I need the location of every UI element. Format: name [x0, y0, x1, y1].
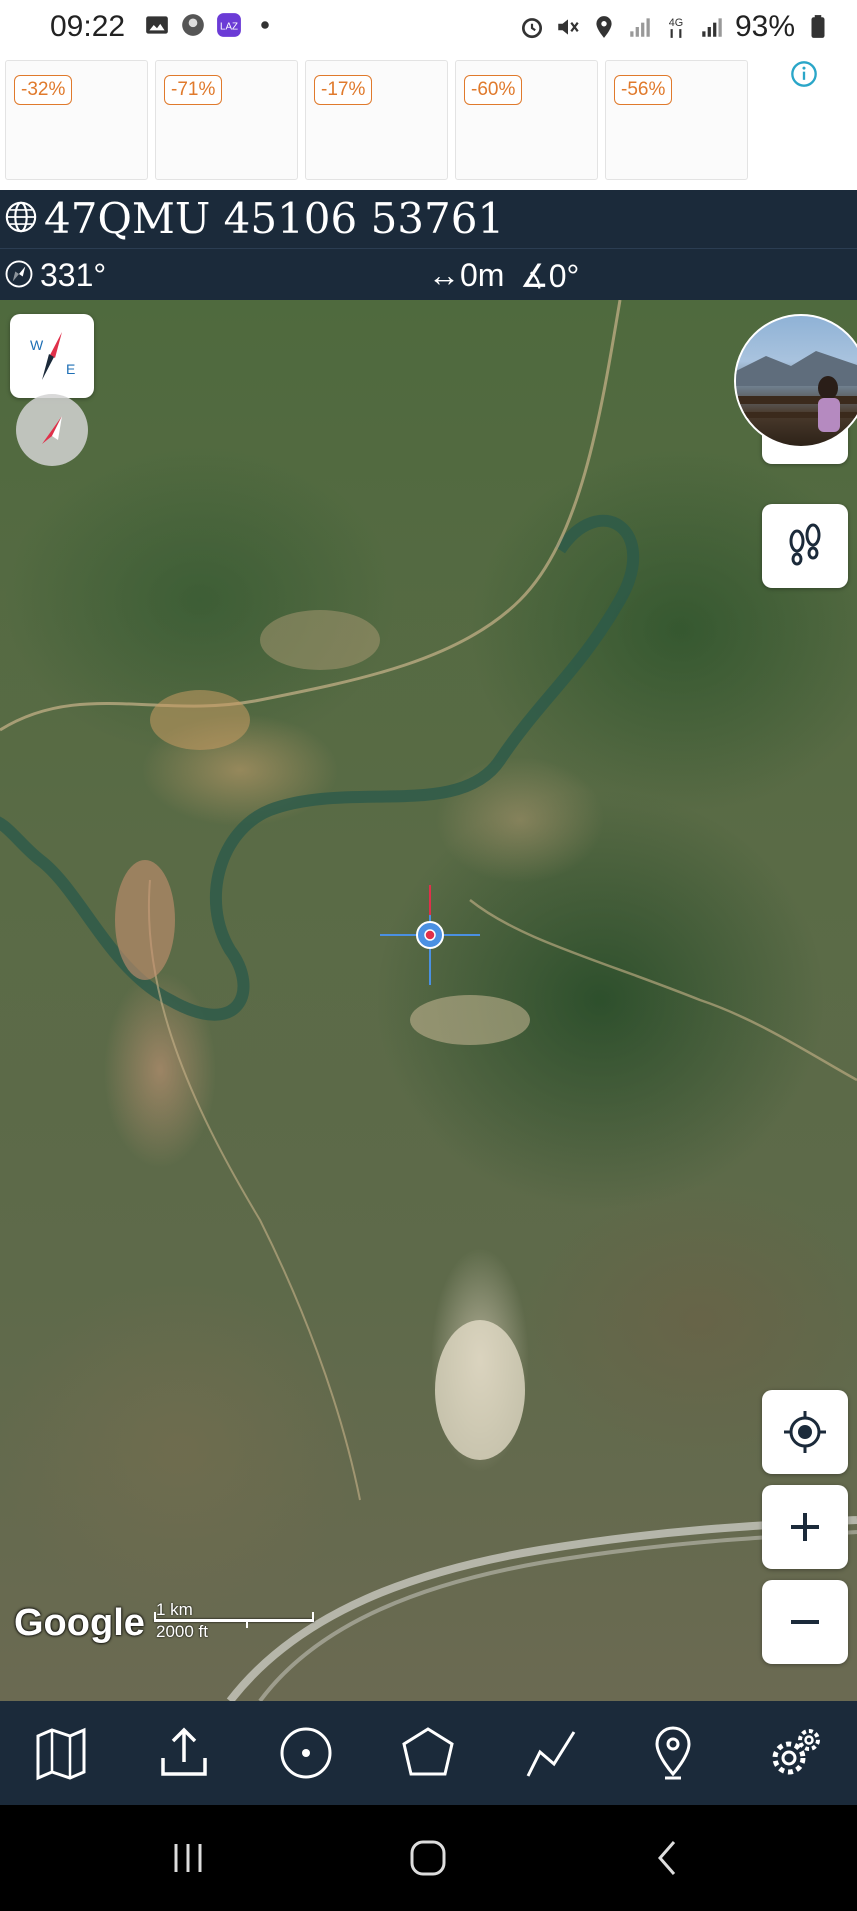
- grid-reference[interactable]: 47QMU 45106 53761: [44, 194, 504, 243]
- settings-icon: [772, 1729, 820, 1775]
- ad-card[interactable]: -32%: [5, 60, 148, 180]
- footprints-button[interactable]: [762, 504, 848, 588]
- map-terrain: [0, 300, 857, 1701]
- globe-icon: [5, 201, 37, 233]
- discount-badge: -71%: [164, 75, 223, 105]
- zoom-out-button[interactable]: [762, 1580, 848, 1664]
- compass-heading-icon: [5, 260, 33, 288]
- north-arrow-button[interactable]: [16, 394, 88, 466]
- signal-icon: [702, 18, 722, 37]
- lazada-icon: LAZ: [217, 13, 241, 37]
- heading-value: 331°: [40, 257, 107, 293]
- compass-icon: W E: [30, 332, 75, 380]
- polygon-icon: [402, 1727, 455, 1776]
- angle-value: ∡0°: [520, 258, 580, 294]
- share-button[interactable]: [149, 1718, 219, 1788]
- home-button[interactable]: [398, 1835, 458, 1881]
- system-nav-bar: [0, 1805, 857, 1911]
- status-bar: 09:22 LAZ 4G 93%: [0, 0, 857, 56]
- discount-badge: -56%: [614, 75, 673, 105]
- point-button[interactable]: [271, 1718, 341, 1788]
- discount-badge: -17%: [314, 75, 373, 105]
- alarm-icon: [521, 18, 542, 39]
- signal-icon: [630, 18, 650, 37]
- crosshair-icon: [380, 885, 480, 985]
- minus-icon: [791, 1620, 819, 1624]
- settings-button[interactable]: [761, 1718, 831, 1788]
- ad-card[interactable]: -60%: [455, 60, 598, 180]
- scale-metric-label: 1 km: [156, 1600, 193, 1619]
- compass-button[interactable]: W E: [10, 314, 94, 398]
- distance-value: ↔0m: [428, 257, 505, 293]
- mute-icon: [558, 19, 579, 35]
- zoom-in-button[interactable]: [762, 1485, 848, 1569]
- info-icon[interactable]: [790, 60, 818, 88]
- discount-badge: -32%: [14, 75, 73, 105]
- avatar-photo: [736, 351, 857, 432]
- battery-percent: 93%: [734, 10, 795, 43]
- ad-strip: -32% -71% -17% -60% -56%: [0, 56, 857, 190]
- my-location-button[interactable]: [762, 1390, 848, 1474]
- location-icon: [596, 16, 612, 38]
- ad-card[interactable]: -71%: [155, 60, 298, 180]
- battery-icon: [811, 15, 825, 38]
- waypoint-icon: [655, 1726, 691, 1780]
- google-attribution: Google: [14, 1602, 145, 1644]
- svg-text:4G: 4G: [669, 17, 683, 29]
- polygon-button[interactable]: [393, 1718, 463, 1788]
- dot-icon: [261, 21, 269, 29]
- status-time: 09:22: [50, 10, 126, 43]
- ad-card[interactable]: -56%: [605, 60, 748, 180]
- scale-bar: 1 km 2000 ft: [154, 1600, 324, 1641]
- waypoint-button[interactable]: [638, 1718, 708, 1788]
- footprints-icon: [789, 523, 821, 566]
- plus-icon: [791, 1513, 819, 1541]
- map-layers-button[interactable]: [26, 1718, 96, 1788]
- point-icon: [280, 1727, 332, 1779]
- avatar[interactable]: [734, 314, 857, 448]
- gallery-icon: [146, 16, 168, 34]
- svg-text:E: E: [66, 361, 75, 377]
- recent-apps-icon: [174, 1844, 202, 1872]
- map-layers-icon: [36, 1727, 86, 1781]
- app-icon: [182, 14, 204, 36]
- bottom-toolbar: [0, 1701, 857, 1805]
- track-icon: [526, 1731, 576, 1777]
- back-icon: [658, 1841, 676, 1875]
- discount-badge: -60%: [464, 75, 523, 105]
- svg-text:LAZ: LAZ: [220, 21, 238, 32]
- scale-imperial-label: 2000 ft: [156, 1622, 208, 1641]
- 4g-icon: 4G: [669, 17, 683, 38]
- coordinate-header: 47QMU 45106 53761 331° ↔0m ∡0°: [0, 190, 857, 300]
- back-button[interactable]: [638, 1835, 698, 1881]
- satellite-map[interactable]: W E Google 1 km 2000 ft: [0, 300, 857, 1701]
- ad-card[interactable]: -17%: [305, 60, 448, 180]
- navigation-arrow-icon: [42, 416, 62, 444]
- svg-text:W: W: [30, 337, 44, 353]
- home-icon: [410, 1840, 446, 1876]
- share-icon: [160, 1727, 207, 1776]
- recent-apps-button[interactable]: [158, 1835, 218, 1881]
- gps-target-icon: [784, 1411, 826, 1453]
- track-button[interactable]: [516, 1718, 586, 1788]
